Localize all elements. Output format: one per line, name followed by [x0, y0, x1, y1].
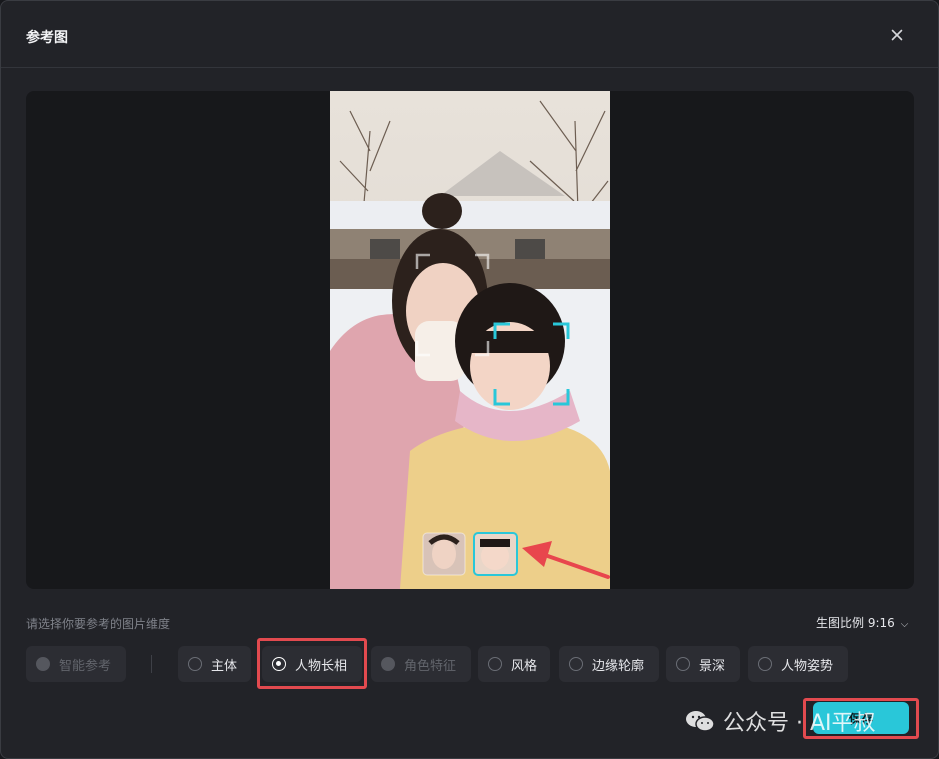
option-label: 景深: [699, 658, 726, 674]
option-label: 边缘轮廓: [592, 658, 645, 674]
aspect-ratio-label: 生图比例 9:16: [816, 616, 895, 630]
radio-icon: [488, 657, 502, 671]
chevron-down-icon: ⌵: [900, 619, 909, 630]
mother-face-thumbnail[interactable]: [422, 532, 466, 576]
option-label: 人物姿势: [781, 658, 834, 674]
child-face-thumbnail[interactable]: [473, 532, 518, 576]
radio-icon: [758, 657, 772, 671]
dialog-header: 参考图: [1, 1, 938, 68]
option-depth-of-field[interactable]: 景深: [666, 646, 740, 682]
option-appearance[interactable]: 人物长相: [262, 646, 362, 682]
close-button[interactable]: [885, 23, 909, 47]
dialog-title: 参考图: [26, 30, 68, 46]
radio-selected-icon: [272, 657, 286, 671]
option-subject[interactable]: 主体: [178, 646, 251, 682]
dimension-hint: 请选择你要参考的图片维度: [26, 617, 171, 631]
option-character-features[interactable]: 角色特征: [371, 646, 471, 682]
option-label: 角色特征: [404, 658, 457, 674]
close-icon: [891, 29, 903, 41]
option-label: 风格: [511, 658, 538, 674]
reference-photo: [330, 91, 610, 589]
image-preview: [26, 91, 914, 589]
watermark: 公众号 · AI平叔: [685, 705, 876, 737]
aspect-ratio-select[interactable]: 生图比例 9:16 ⌵: [816, 614, 908, 631]
option-label: 人物长相: [295, 658, 348, 674]
watermark-text: 公众号 · AI平叔: [723, 711, 876, 736]
option-style[interactable]: 风格: [478, 646, 550, 682]
radio-icon: [188, 657, 202, 671]
option-smart-reference[interactable]: 智能参考: [26, 646, 126, 682]
radio-icon: [36, 657, 50, 671]
reference-image-dialog: 参考图 请选择你要参考的图片维度 生图比例 9:16 ⌵ 智能参考 主体 人物长…: [0, 0, 939, 759]
wechat-icon: [686, 711, 715, 732]
radio-icon: [381, 657, 395, 671]
option-label: 智能参考: [59, 658, 112, 674]
option-pose[interactable]: 人物姿势: [748, 646, 848, 682]
option-edge-contour[interactable]: 边缘轮廓: [559, 646, 659, 682]
option-label: 主体: [211, 658, 238, 674]
radio-icon: [569, 657, 583, 671]
radio-icon: [676, 657, 690, 671]
divider: [151, 655, 152, 673]
